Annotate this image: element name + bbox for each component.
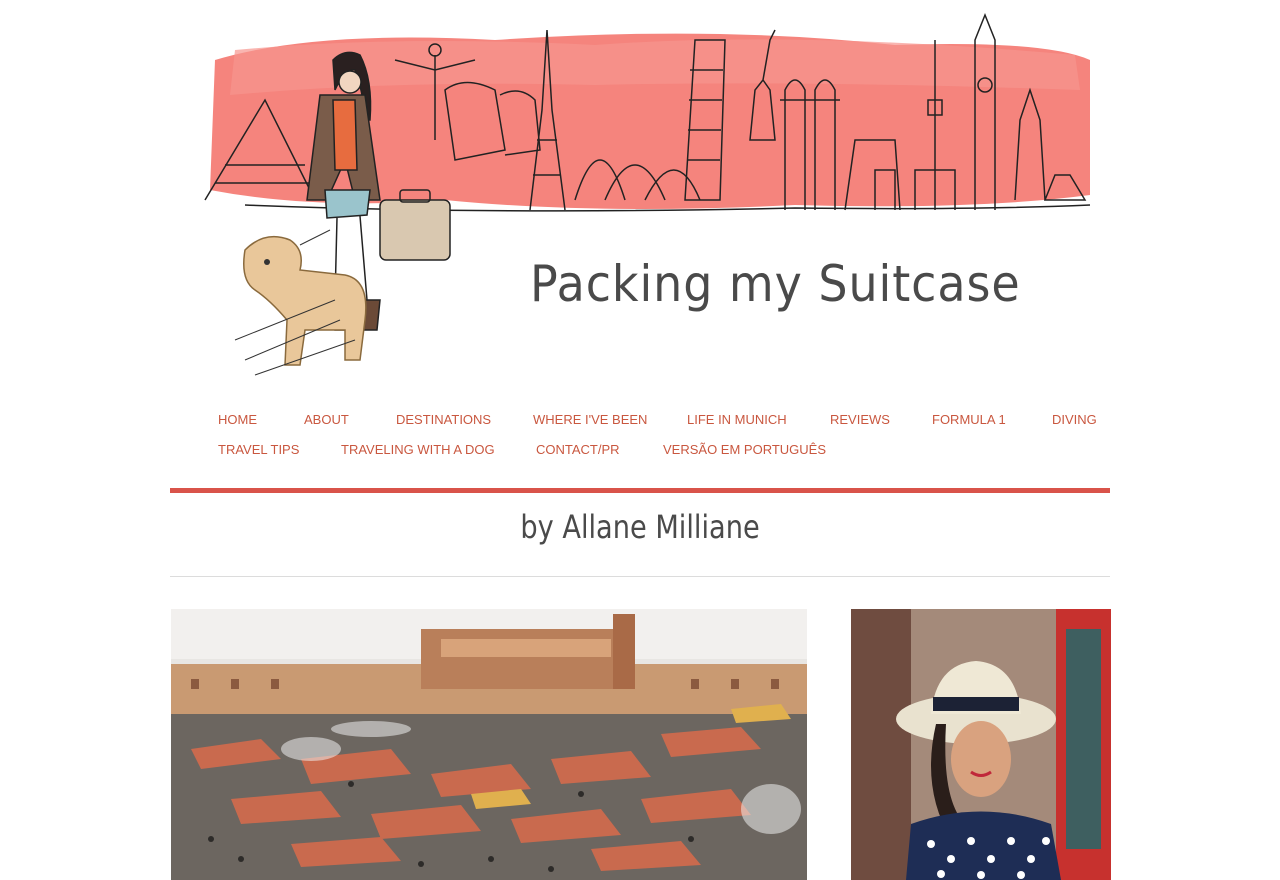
- nav-item-formula-1[interactable]: FORMULA 1: [932, 412, 1006, 427]
- nav-item-traveling-with-a-dog[interactable]: TRAVELING WITH A DOG: [341, 442, 495, 457]
- nav-item-travel-tips[interactable]: TRAVEL TIPS: [218, 442, 299, 457]
- nav-item-reviews[interactable]: REVIEWS: [830, 412, 890, 427]
- nav-item-diving[interactable]: DIVING: [1052, 412, 1097, 427]
- nav-item-home[interactable]: HOME: [218, 412, 257, 427]
- nav-item-destinations[interactable]: DESTINATIONS: [396, 412, 491, 427]
- nav-item-contact-pr[interactable]: CONTACT/PR: [536, 442, 620, 457]
- header-illustration: [195, 0, 1110, 390]
- featured-photo-woman-in-hat[interactable]: [851, 609, 1111, 880]
- featured-photo-market-square[interactable]: [171, 609, 807, 880]
- byline-divider: [170, 576, 1110, 577]
- nav-item-portuguese-version[interactable]: VERSÃO EM PORTUGUÊS: [663, 442, 826, 457]
- nav-item-life-in-munich[interactable]: LIFE IN MUNICH: [687, 412, 787, 427]
- nav-row-secondary: TRAVEL TIPS TRAVELING WITH A DOG CONTACT…: [170, 442, 1110, 468]
- nav-divider: [170, 488, 1110, 493]
- nav-item-about[interactable]: ABOUT: [304, 412, 349, 427]
- site-title[interactable]: Packing my Suitcase: [530, 255, 1021, 313]
- author-byline: by Allane Milliane: [520, 508, 760, 546]
- nav-row-primary: HOME ABOUT DESTINATIONS WHERE I'VE BEEN …: [170, 412, 1110, 438]
- nav-item-where-ive-been[interactable]: WHERE I'VE BEEN: [533, 412, 647, 427]
